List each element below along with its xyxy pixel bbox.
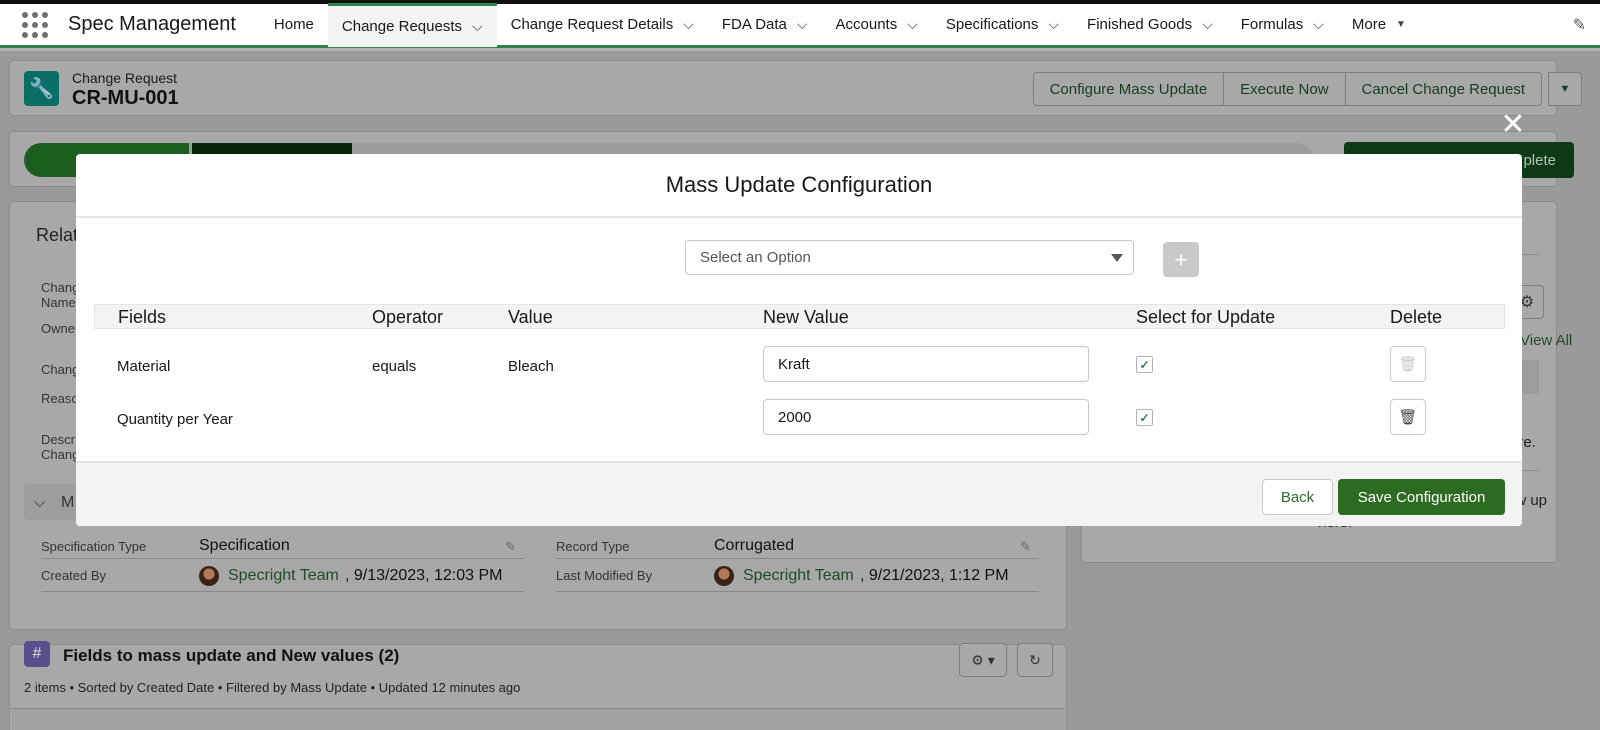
field-label-fragment: Reaso	[41, 391, 79, 406]
nav-specifications[interactable]: Specifications ⌵	[932, 3, 1073, 47]
chevron-down-icon[interactable]: ⌵	[1048, 16, 1059, 33]
column-header-operator: Operator	[372, 307, 444, 327]
column-header-select-for-update: Select for Update	[1136, 307, 1276, 327]
app-launcher-icon[interactable]	[22, 11, 48, 38]
nav-change-request-details[interactable]: Change Request Details ⌵	[497, 3, 708, 47]
nav-fda-data[interactable]: FDA Data ⌵	[708, 3, 822, 47]
field-divider	[556, 591, 1039, 592]
edit-nav-pencil-icon[interactable]: ✎	[1573, 15, 1586, 35]
related-list-title[interactable]: Fields to mass update and New values (2)	[63, 646, 399, 666]
edit-pencil-icon[interactable]: ✎	[505, 539, 516, 555]
caret-down-icon	[1111, 254, 1123, 262]
select-for-update-checkbox[interactable]: ✓	[1136, 409, 1153, 426]
field-label-fragment: Owne	[41, 321, 75, 336]
nav-accounts[interactable]: Accounts ⌵	[822, 3, 932, 47]
field-divider	[556, 558, 1039, 559]
more-actions-chevron-icon[interactable]: ▼	[1548, 72, 1582, 106]
field-label-fragment: Chang	[41, 447, 80, 462]
related-tab-fragment: Relat	[36, 225, 79, 245]
mass-update-modal: Mass Update Configuration Select an Opti…	[76, 154, 1522, 526]
chevron-down-icon[interactable]: ⌵	[34, 494, 45, 511]
last-modified-date: , 9/21/2023, 1:12 PM	[860, 567, 1009, 584]
row-operator: equals	[372, 358, 417, 375]
row-field: Material	[117, 358, 171, 375]
hashtag-icon: #	[24, 641, 50, 667]
delete-trash-icon[interactable]: 🗑	[1390, 399, 1426, 435]
chevron-down-icon[interactable]: ⌵	[797, 16, 808, 33]
record-actions: Configure Mass Update Execute Now Cancel…	[1032, 72, 1542, 106]
related-list-table-header	[11, 708, 1065, 730]
option-select-placeholder: Select an Option	[700, 249, 811, 266]
field-label-fragment: Chang	[41, 280, 80, 295]
chevron-down-icon[interactable]: ⌵	[472, 18, 483, 35]
option-select[interactable]: Select an Option	[685, 240, 1134, 275]
select-for-update-checkbox[interactable]: ✓	[1136, 356, 1153, 373]
record-type-label: Record Type	[556, 539, 630, 554]
field-label-fragment: Name	[41, 295, 76, 310]
chevron-down-icon[interactable]: ⌵	[907, 16, 918, 33]
nav-home[interactable]: Home	[260, 3, 328, 47]
caret-down-icon[interactable]: ▼	[1396, 19, 1406, 30]
column-header-delete: Delete	[1390, 307, 1443, 327]
avatar	[714, 566, 734, 586]
row-field: Quantity per Year	[117, 411, 233, 428]
execute-now-button[interactable]: Execute Now	[1223, 72, 1346, 106]
refresh-icon[interactable]: ↻	[1017, 643, 1053, 677]
save-configuration-button[interactable]: Save Configuration	[1338, 479, 1505, 515]
chevron-down-icon[interactable]: ⌵	[1313, 16, 1324, 33]
column-header-fields: Fields	[118, 307, 167, 327]
new-value-input[interactable]: 2000	[763, 399, 1089, 435]
cancel-change-request-button[interactable]: Cancel Change Request	[1344, 72, 1542, 106]
field-label-fragment: Descr	[41, 432, 75, 447]
app-name: Spec Management	[68, 13, 236, 35]
column-header-new-value: New Value	[763, 307, 849, 327]
close-icon[interactable]: ✕	[1498, 110, 1528, 140]
configure-mass-update-button[interactable]: Configure Mass Update	[1032, 72, 1225, 106]
record-name: CR-MU-001	[72, 87, 179, 109]
global-nav: Spec Management Home Change Requests ⌵ Ch…	[0, 2, 1600, 48]
created-by-date: , 9/13/2023, 12:03 PM	[345, 567, 503, 584]
view-all-link[interactable]: View All	[1520, 332, 1572, 349]
add-field-plus-icon[interactable]: +	[1163, 242, 1199, 277]
chevron-down-icon[interactable]: ⌵	[1202, 16, 1213, 33]
modal-title: Mass Update Configuration	[76, 154, 1522, 218]
record-type-value: Corrugated	[714, 537, 795, 554]
modal-footer: Back Save Configuration	[76, 461, 1522, 526]
list-settings-gear-icon[interactable]: ⚙ ▾	[959, 643, 1007, 677]
field-divider	[41, 591, 524, 592]
nav-change-requests[interactable]: Change Requests ⌵	[327, 2, 497, 47]
nav-formulas[interactable]: Formulas ⌵	[1227, 3, 1338, 47]
related-list-subtitle: 2 items • Sorted by Created Date • Filte…	[24, 680, 521, 695]
back-button[interactable]: Back	[1262, 479, 1333, 515]
row-value: Bleach	[508, 358, 554, 375]
nav-more[interactable]: More ▼	[1338, 3, 1420, 47]
specification-type-value: Specification	[199, 537, 290, 554]
section-title-fragment: M	[61, 494, 75, 511]
delete-trash-icon[interactable]: 🗑	[1390, 346, 1426, 382]
wrench-icon: 🔧	[24, 71, 59, 106]
nav-finished-goods[interactable]: Finished Goods ⌵	[1073, 3, 1227, 47]
edit-pencil-icon[interactable]: ✎	[1020, 539, 1031, 555]
new-value-input[interactable]: Kraft	[763, 346, 1089, 382]
created-by-label: Created By	[41, 568, 107, 583]
column-header-value: Value	[508, 307, 553, 327]
field-divider	[41, 558, 524, 559]
field-label-fragment: Chang	[41, 362, 80, 377]
chevron-down-icon[interactable]: ⌵	[683, 16, 694, 33]
specification-type-label: Specification Type	[41, 539, 147, 554]
last-modified-by-label: Last Modified By	[556, 568, 653, 583]
created-by-user-link[interactable]: Specright Team	[228, 567, 339, 585]
record-object-label: Change Request	[72, 70, 178, 86]
avatar	[199, 566, 219, 586]
last-modified-user-link[interactable]: Specright Team	[743, 567, 854, 585]
